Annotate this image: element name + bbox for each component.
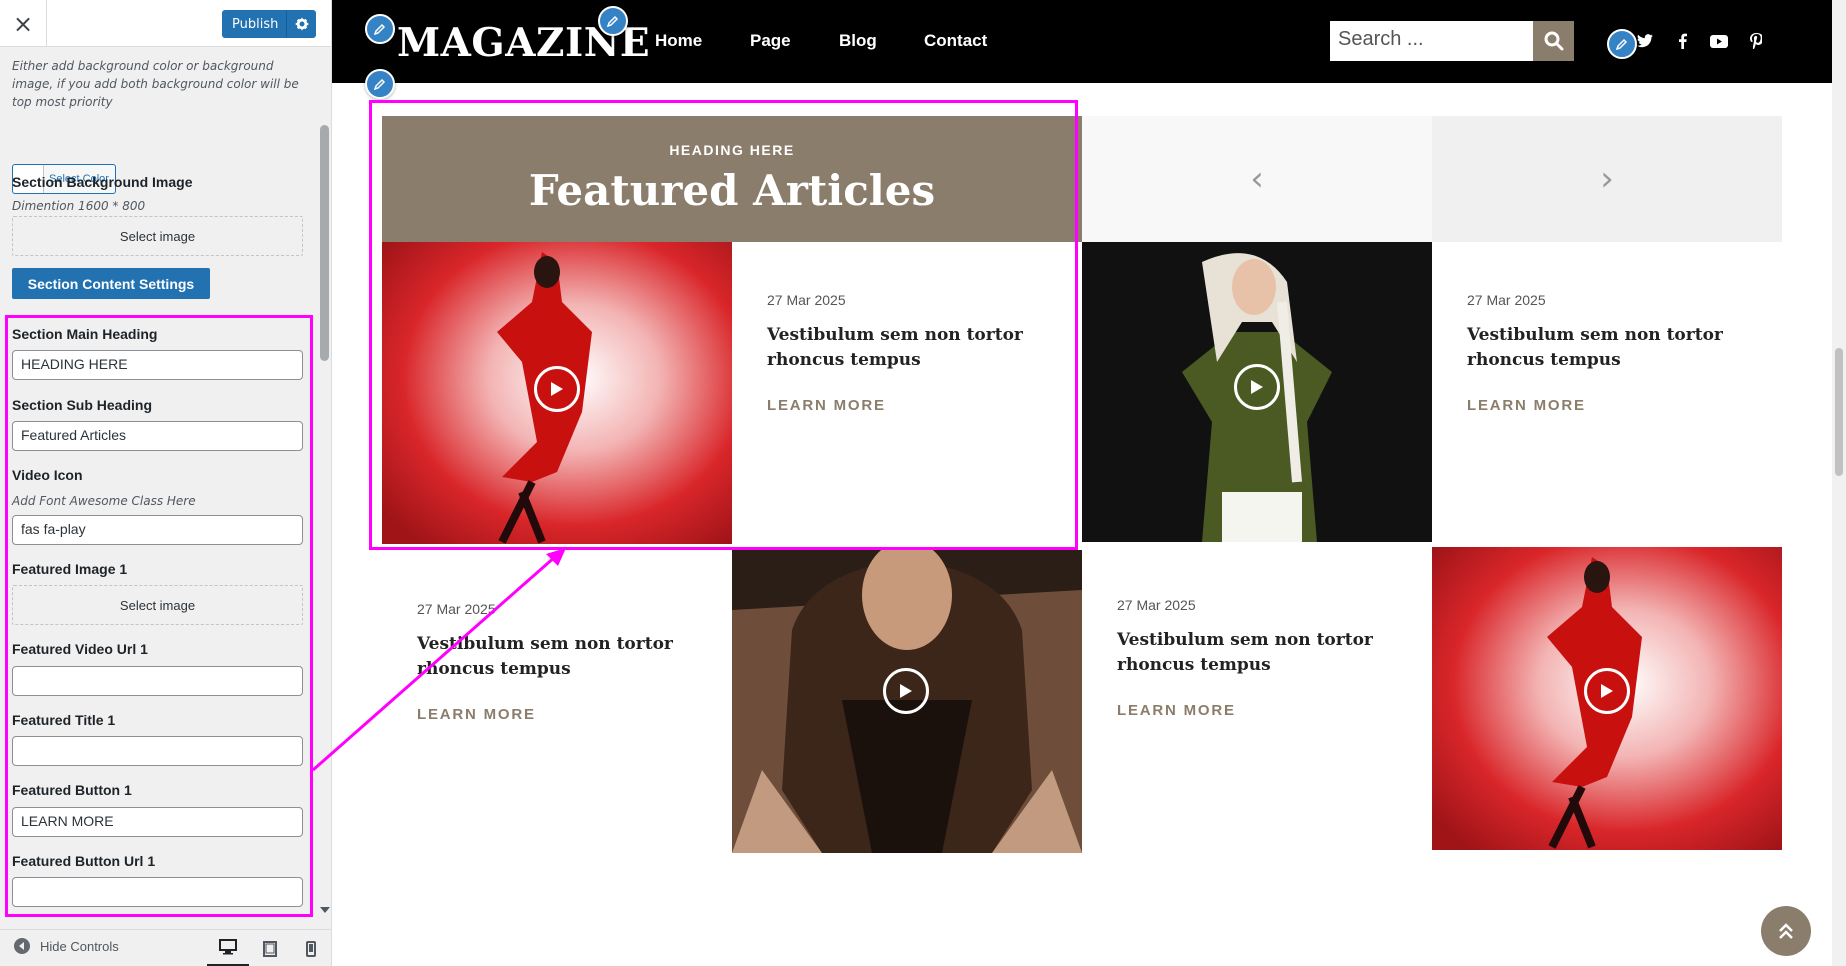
gear-icon[interactable]	[286, 10, 316, 38]
search-input[interactable]: Search ...	[1330, 21, 1537, 61]
edit-shortcut-logo[interactable]	[365, 14, 395, 44]
scroll-to-top-button[interactable]	[1761, 906, 1811, 956]
site-preview: MAGAZINE Home Page Blog Contact Search .…	[332, 0, 1846, 966]
sidebar-scrollbar[interactable]	[317, 47, 331, 929]
hide-controls-button[interactable]: Hide Controls	[14, 938, 119, 954]
publish-label: Publish	[232, 16, 279, 32]
featured-image-red-2	[1432, 547, 1782, 850]
pencil-icon	[1616, 38, 1628, 50]
facebook-icon[interactable]	[1671, 30, 1693, 52]
bg-image-dimension: Dimention 1600 * 800	[12, 199, 146, 213]
nav-blog[interactable]: Blog	[839, 31, 877, 51]
mobile-icon	[306, 940, 316, 957]
pencil-icon	[374, 78, 386, 90]
youtube-icon[interactable]	[1708, 30, 1730, 52]
select-bg-image-button[interactable]: Select image	[12, 216, 303, 256]
featured-image-sepia	[732, 550, 1082, 853]
preview-scrollbar-thumb[interactable]	[1835, 348, 1843, 476]
edit-shortcut-featured[interactable]	[365, 69, 395, 99]
nav-contact[interactable]: Contact	[924, 31, 987, 51]
tablet-preview-button[interactable]	[249, 930, 291, 966]
hide-controls-label: Hide Controls	[40, 938, 119, 954]
pinterest-icon[interactable]	[1745, 30, 1767, 52]
publish-button[interactable]: Publish	[222, 10, 316, 38]
article-title[interactable]: Vestibulum sem non tortor rhoncus tempus	[1467, 323, 1757, 373]
play-icon[interactable]	[1584, 668, 1630, 714]
background-description: Either add background color or backgroun…	[12, 59, 299, 109]
article-date: 27 Mar 2025	[1467, 292, 1546, 308]
desktop-icon	[219, 939, 237, 955]
chevron-left-icon[interactable]: ‹	[1250, 159, 1264, 199]
scroll-down-arrow-icon[interactable]	[320, 907, 330, 913]
article-date: 27 Mar 2025	[417, 601, 496, 617]
mobile-preview-button[interactable]	[290, 930, 331, 966]
customizer-header: × Publish	[0, 0, 331, 47]
close-button[interactable]: ×	[0, 0, 47, 47]
close-icon: ×	[12, 9, 34, 38]
desktop-preview-button[interactable]	[207, 930, 249, 966]
scrollbar-thumb[interactable]	[320, 125, 329, 361]
learn-more-link[interactable]: LEARN MORE	[1467, 397, 1586, 414]
highlight-box	[5, 315, 313, 917]
chevron-right-icon[interactable]: ›	[1600, 159, 1614, 199]
search-button[interactable]	[1533, 21, 1574, 61]
double-chevron-up-icon	[1779, 923, 1793, 939]
learn-more-link[interactable]: LEARN MORE	[1117, 702, 1236, 719]
search-icon	[1544, 31, 1563, 51]
carousel-prev-cell: ‹	[1082, 116, 1432, 242]
twitter-icon[interactable]	[1634, 30, 1656, 52]
featured-image-green	[1082, 242, 1432, 542]
edit-shortcut-social[interactable]	[1607, 29, 1637, 59]
preview-scrollbar[interactable]	[1832, 0, 1846, 966]
bg-image-label: Section Background Image	[12, 174, 193, 190]
article-date: 27 Mar 2025	[1117, 597, 1196, 613]
article-card-4: 27 Mar 2025 Vestibulum sem non tortor rh…	[1117, 597, 1407, 719]
pencil-icon	[374, 23, 386, 35]
edit-shortcut-menu[interactable]	[598, 6, 628, 36]
article-card-3: 27 Mar 2025 Vestibulum sem non tortor rh…	[417, 601, 707, 723]
pencil-icon	[607, 15, 619, 27]
collapse-icon	[14, 938, 30, 954]
play-icon[interactable]	[883, 668, 929, 714]
article-card-2: 27 Mar 2025 Vestibulum sem non tortor rh…	[1467, 292, 1757, 414]
customizer-sidebar: × Publish Either add background color or…	[0, 0, 332, 966]
play-icon[interactable]	[1234, 364, 1280, 410]
article-title[interactable]: Vestibulum sem non tortor rhoncus tempus	[1117, 628, 1407, 678]
carousel-next-cell: ›	[1432, 116, 1782, 242]
section-content-settings-button[interactable]: Section Content Settings	[12, 268, 210, 299]
nav-home[interactable]: Home	[655, 31, 702, 51]
article-title[interactable]: Vestibulum sem non tortor rhoncus tempus	[417, 632, 707, 682]
learn-more-link[interactable]: LEARN MORE	[417, 706, 536, 723]
tablet-icon	[263, 940, 277, 957]
preview-highlight-box	[369, 100, 1078, 550]
nav-page[interactable]: Page	[750, 31, 791, 51]
customizer-footer: Hide Controls	[0, 929, 331, 966]
